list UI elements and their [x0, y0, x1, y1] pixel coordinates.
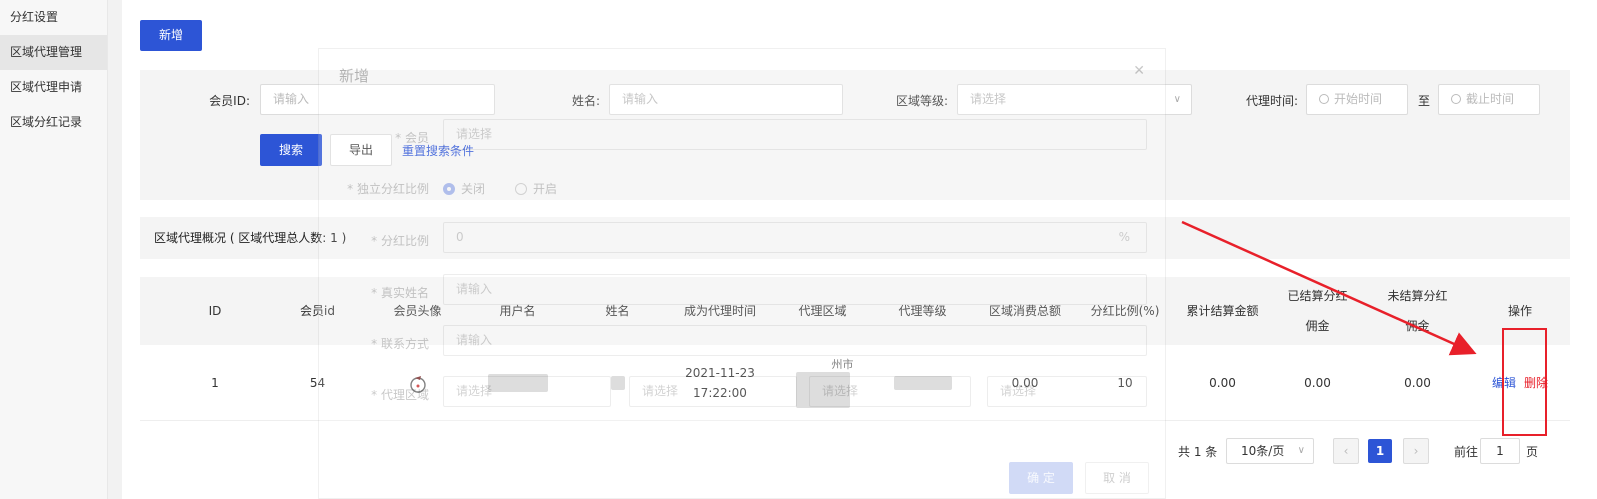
annotation-arrow-icon	[1181, 220, 1477, 356]
